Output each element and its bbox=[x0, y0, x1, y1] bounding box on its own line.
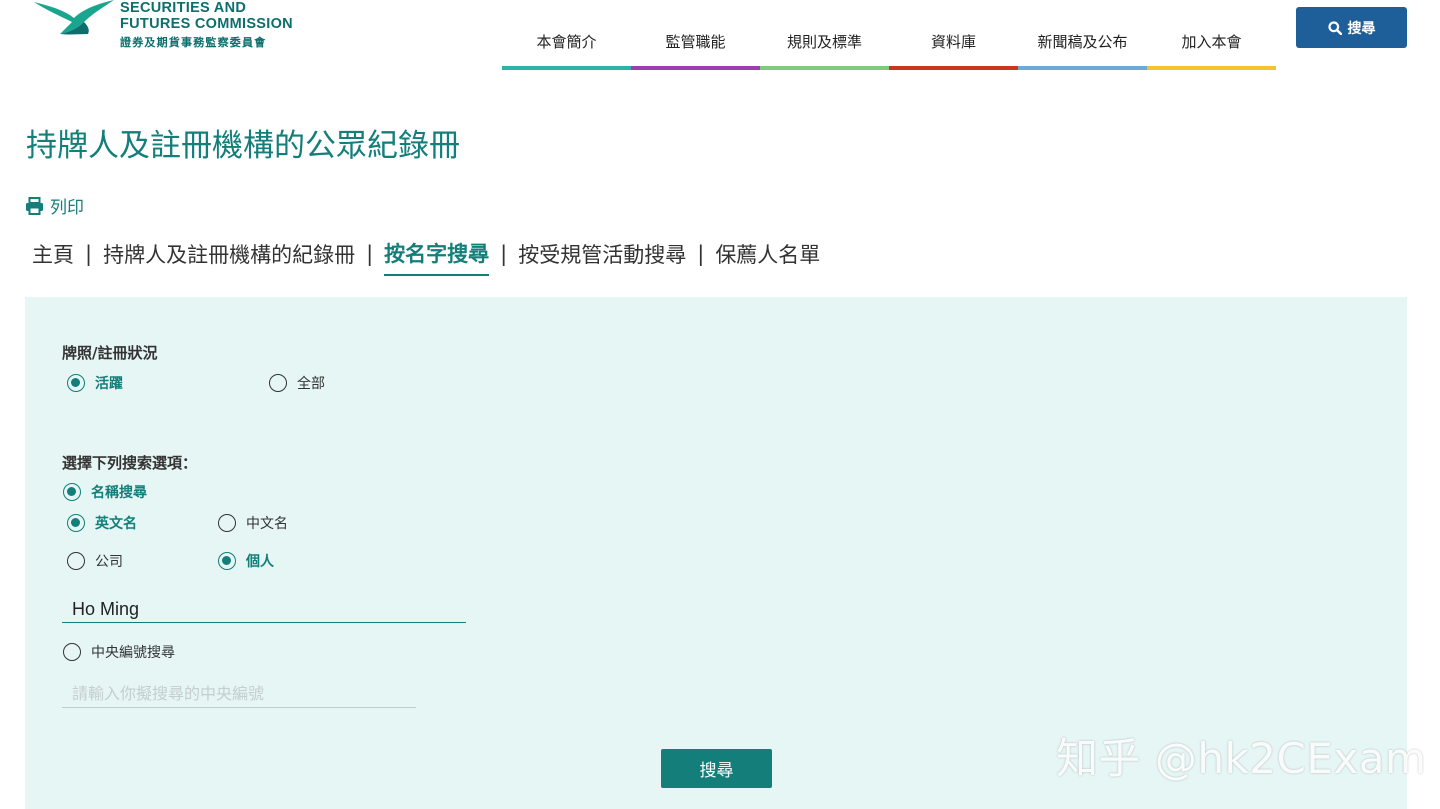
radio-circle bbox=[269, 374, 287, 392]
breadcrumb-separator: | bbox=[85, 242, 93, 266]
radio-circle bbox=[67, 374, 85, 392]
radio-label: 中央編號搜尋 bbox=[91, 645, 175, 661]
radio-circle bbox=[63, 643, 81, 661]
radio-circle bbox=[218, 514, 236, 532]
nav-item-rules[interactable]: 規則及標準 bbox=[760, 0, 889, 70]
chinese-name-radio[interactable]: 中文名 bbox=[218, 513, 288, 533]
print-label: 列印 bbox=[50, 198, 84, 218]
nav-label: 監管職能 bbox=[665, 33, 726, 51]
eagle-logo-icon bbox=[34, 0, 114, 35]
tab-search-by-name[interactable]: 按名字搜尋 bbox=[384, 238, 490, 276]
nav-label: 新聞稿及公布 bbox=[1037, 33, 1128, 51]
name-search-radio[interactable]: 名稱搜尋 bbox=[63, 482, 147, 502]
radio-label: 全部 bbox=[297, 376, 325, 392]
logo-line-2: FUTURES COMMISSION bbox=[120, 16, 293, 32]
status-active-radio[interactable]: 活躍 bbox=[67, 373, 123, 393]
main-navigation: 本會簡介 監管職能 規則及標準 資料庫 新聞稿及公布 加入本會 bbox=[502, 0, 1276, 70]
logo-english-name: SECURITIES AND FUTURES COMMISSION bbox=[120, 0, 293, 32]
company-radio[interactable]: 公司 bbox=[67, 551, 123, 571]
radio-label: 英文名 bbox=[95, 516, 137, 532]
radio-circle bbox=[218, 552, 236, 570]
breadcrumb: 主頁 | 持牌人及註冊機構的紀錄冊 | 按名字搜尋 | 按受規管活動搜尋 | 保… bbox=[32, 238, 820, 276]
nav-item-regulatory[interactable]: 監管職能 bbox=[631, 0, 760, 70]
nav-color-bar bbox=[760, 66, 889, 70]
nav-label: 資料庫 bbox=[930, 33, 976, 51]
nav-label: 規則及標準 bbox=[786, 33, 862, 51]
search-icon bbox=[1327, 20, 1342, 35]
printer-icon bbox=[26, 196, 43, 215]
logo-chinese-name: 證券及期貨事務監察委員會 bbox=[120, 36, 267, 49]
header-search-button[interactable]: 搜尋 bbox=[1296, 7, 1407, 48]
breadcrumb-separator: | bbox=[697, 242, 705, 266]
central-number-input[interactable] bbox=[62, 683, 416, 708]
name-search-input[interactable] bbox=[62, 597, 466, 623]
search-submit-button[interactable]: 搜尋 bbox=[661, 749, 772, 788]
status-all-radio[interactable]: 全部 bbox=[269, 373, 325, 393]
radio-label: 中文名 bbox=[246, 516, 288, 532]
radio-label: 公司 bbox=[95, 554, 123, 570]
radio-label: 名稱搜尋 bbox=[91, 485, 147, 501]
nav-color-bar bbox=[631, 66, 760, 70]
print-link[interactable]: 列印 bbox=[25, 193, 84, 218]
breadcrumb-separator: | bbox=[500, 242, 508, 266]
nav-item-database[interactable]: 資料庫 bbox=[889, 0, 1018, 70]
nav-color-bar bbox=[1147, 66, 1276, 70]
radio-label: 活躍 bbox=[95, 376, 123, 392]
tab-sponsor-list[interactable]: 保薦人名單 bbox=[715, 239, 820, 275]
nav-item-news[interactable]: 新聞稿及公布 bbox=[1018, 0, 1147, 70]
breadcrumb-home[interactable]: 主頁 bbox=[32, 239, 74, 275]
breadcrumb-separator: | bbox=[366, 242, 374, 266]
search-options-label: 選擇下列搜索選項： bbox=[62, 454, 198, 472]
nav-color-bar bbox=[1018, 66, 1147, 70]
radio-label: 個人 bbox=[246, 554, 274, 570]
nav-color-bar bbox=[502, 66, 631, 70]
nav-color-bar bbox=[889, 66, 1018, 70]
english-name-radio[interactable]: 英文名 bbox=[67, 513, 137, 533]
watermark: 知乎 @hk2CExam bbox=[1056, 734, 1427, 783]
radio-circle bbox=[67, 552, 85, 570]
radio-circle bbox=[63, 483, 81, 501]
radio-circle bbox=[67, 514, 85, 532]
nav-label: 本會簡介 bbox=[536, 33, 597, 51]
nav-item-about[interactable]: 本會簡介 bbox=[502, 0, 631, 70]
tab-search-by-activity[interactable]: 按受規管活動搜尋 bbox=[518, 239, 686, 275]
breadcrumb-register[interactable]: 持牌人及註冊機構的紀錄冊 bbox=[103, 239, 355, 275]
individual-radio[interactable]: 個人 bbox=[218, 551, 274, 571]
logo-line-1: SECURITIES AND bbox=[120, 0, 247, 16]
header-search-label: 搜尋 bbox=[1347, 20, 1376, 37]
central-number-search-radio[interactable]: 中央編號搜尋 bbox=[63, 642, 175, 662]
sfc-logo[interactable]: SECURITIES AND FUTURES COMMISSION 證券及期貨事… bbox=[30, 0, 300, 52]
license-status-label: 牌照/註冊狀況 bbox=[62, 344, 158, 362]
nav-item-careers[interactable]: 加入本會 bbox=[1147, 0, 1276, 70]
nav-label: 加入本會 bbox=[1181, 33, 1242, 51]
page-title: 持牌人及註冊機構的公眾紀錄冊 bbox=[26, 128, 460, 164]
